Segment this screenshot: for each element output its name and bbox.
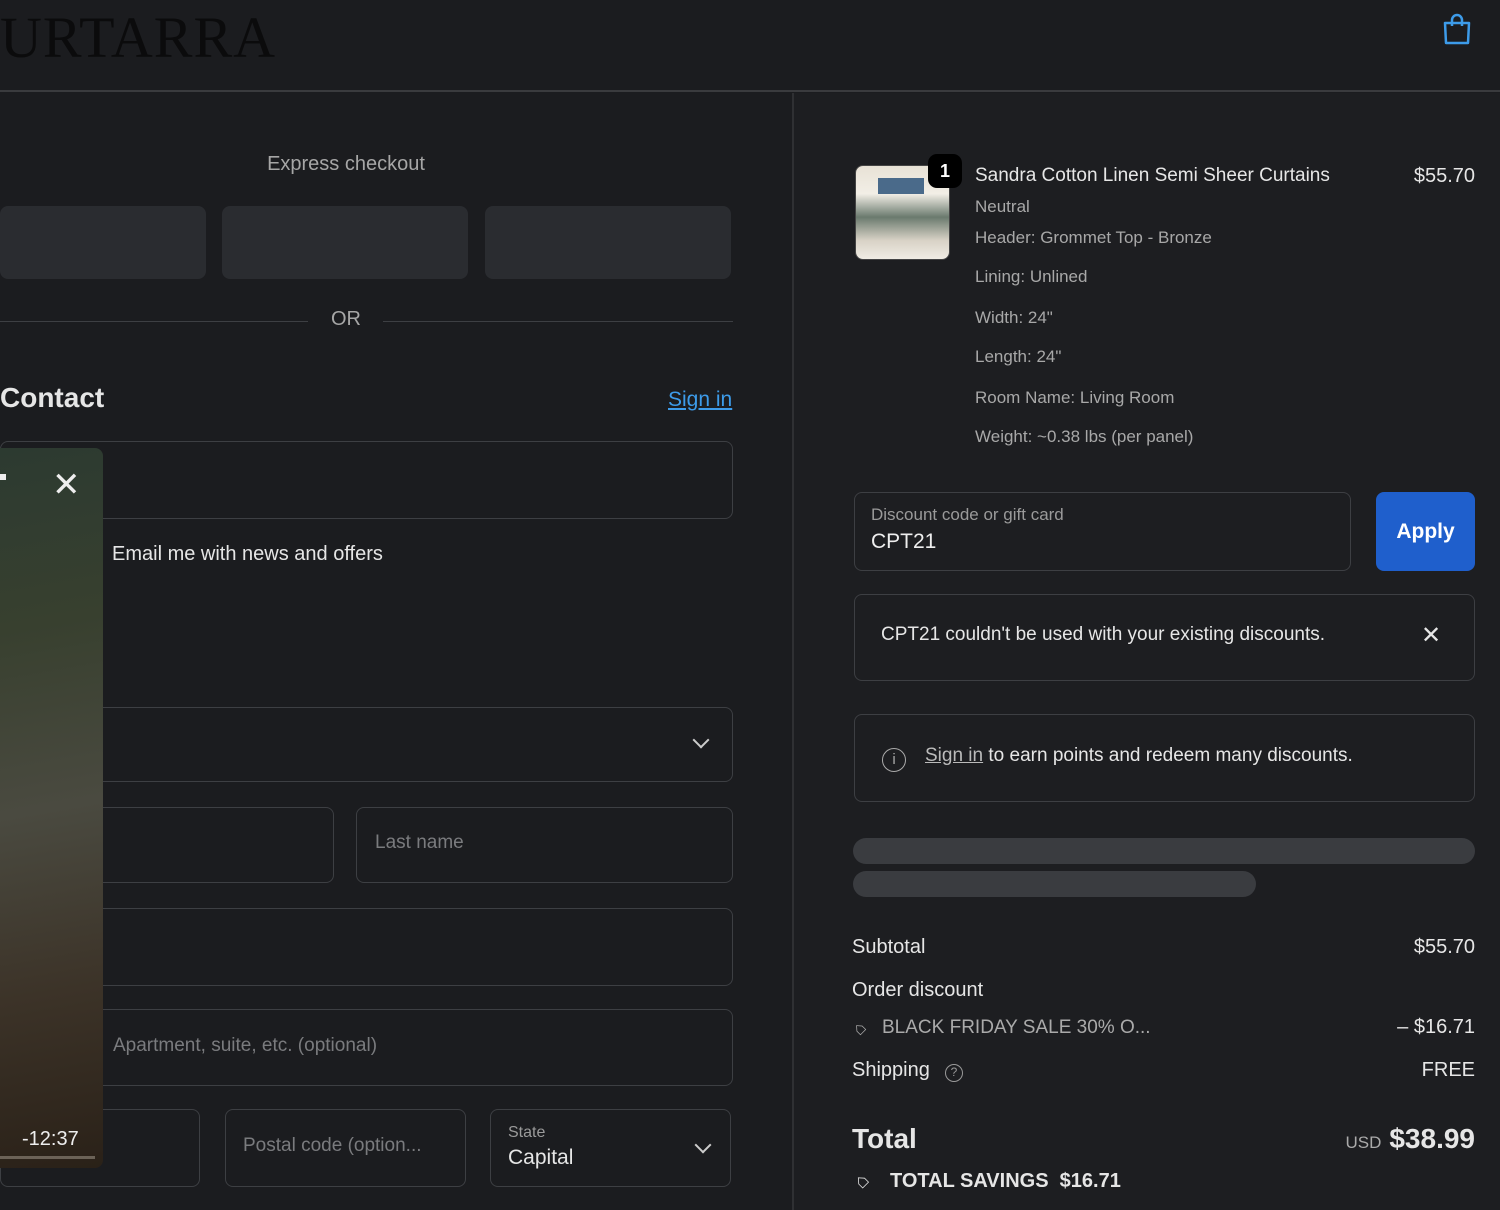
- shipping-value: FREE: [1421, 1059, 1475, 1081]
- postal-code-placeholder: Postal code (option...: [243, 1135, 422, 1156]
- variant-header: Header: Grommet Top - Bronze: [975, 228, 1212, 247]
- chevron-down-icon: [692, 731, 710, 749]
- product-title: Sandra Cotton Linen Semi Sheer Curtains: [975, 165, 1330, 186]
- sign-in-link[interactable]: Sign in: [925, 745, 983, 766]
- state-label: State: [508, 1124, 546, 1141]
- apartment-input[interactable]: Apartment, suite, etc. (optional): [0, 1009, 733, 1086]
- express-pay-button-1[interactable]: [0, 206, 206, 279]
- total-label: Total: [852, 1123, 917, 1154]
- close-icon[interactable]: ✕: [52, 468, 81, 502]
- country-select[interactable]: [0, 707, 733, 782]
- video-progress[interactable]: [0, 1156, 95, 1159]
- savings-label: TOTAL SAVINGS: [890, 1170, 1049, 1192]
- order-discount-label: Order discount: [852, 979, 984, 1001]
- subtotal-value: $55.70: [1413, 936, 1475, 958]
- discount-label: Discount code or gift card: [871, 505, 1064, 524]
- error-message: CPT21 couldn't be used with your existin…: [881, 624, 1326, 645]
- variant-length: Length: 24": [975, 347, 1062, 366]
- express-checkout-title: Express checkout: [267, 153, 425, 175]
- sign-in-info-banner: i Sign in to earn points and redeem many…: [854, 714, 1475, 802]
- discount-code-input[interactable]: Discount code or gift card CPT21: [854, 492, 1351, 571]
- address-input[interactable]: [0, 908, 733, 986]
- variant-room: Room Name: Living Room: [975, 388, 1175, 407]
- newsletter-checkbox-label[interactable]: Email me with news and offers: [112, 543, 383, 566]
- variant-lining: Lining: Unlined: [975, 267, 1088, 286]
- help-icon[interactable]: ?: [945, 1064, 963, 1082]
- discount-error-banner: CPT21 couldn't be used with your existin…: [854, 594, 1475, 681]
- loading-skeleton: [853, 838, 1475, 864]
- sign-in-link[interactable]: Sign in: [668, 388, 732, 412]
- shipping-label: Shipping: [852, 1059, 930, 1081]
- savings-value: $16.71: [1059, 1170, 1121, 1192]
- state-select[interactable]: State Capital: [490, 1109, 731, 1187]
- video-player-overlay[interactable]: ✕ -12:37: [0, 448, 103, 1168]
- express-pay-button-2[interactable]: [222, 206, 468, 279]
- chevron-down-icon: [694, 1136, 712, 1154]
- expand-icon[interactable]: [0, 474, 6, 480]
- email-input[interactable]: [0, 441, 733, 519]
- divider: [0, 321, 308, 322]
- apply-button[interactable]: Apply: [1376, 492, 1475, 571]
- info-text: to earn points and redeem many discounts…: [983, 745, 1353, 766]
- express-pay-button-3[interactable]: [485, 206, 731, 279]
- product-price: $55.70: [1413, 165, 1475, 187]
- variant-width: Width: 24": [975, 308, 1053, 327]
- shopping-bag-icon[interactable]: [1441, 12, 1473, 46]
- window-detail: [878, 178, 924, 194]
- last-name-placeholder: Last name: [375, 832, 464, 853]
- discount-name: BLACK FRIDAY SALE 30% O...: [882, 1017, 1151, 1038]
- or-label: OR: [331, 308, 361, 330]
- discount-amount: – $16.71: [1397, 1016, 1475, 1038]
- state-value: Capital: [508, 1146, 574, 1169]
- loading-skeleton: [853, 871, 1256, 897]
- apartment-placeholder: Apartment, suite, etc. (optional): [113, 1035, 378, 1056]
- total-value: $38.99: [1389, 1123, 1475, 1154]
- close-icon[interactable]: ✕: [1421, 621, 1441, 650]
- info-icon: i: [882, 748, 906, 772]
- store-logo[interactable]: URTARRA: [0, 4, 276, 71]
- video-time: -12:37: [22, 1128, 79, 1150]
- contact-heading: Contact: [0, 382, 105, 413]
- header: URTARRA: [0, 0, 1500, 92]
- subtotal-label: Subtotal: [852, 936, 926, 958]
- currency: USD: [1345, 1133, 1382, 1152]
- quantity-badge: 1: [928, 154, 962, 188]
- variant-color: Neutral: [975, 197, 1030, 216]
- variant-weight: Weight: ~0.38 lbs (per panel): [975, 427, 1194, 446]
- postal-code-input[interactable]: Postal code (option...: [225, 1109, 466, 1187]
- divider: [383, 321, 733, 322]
- discount-value: CPT21: [871, 530, 937, 553]
- last-name-input[interactable]: Last name: [356, 807, 733, 883]
